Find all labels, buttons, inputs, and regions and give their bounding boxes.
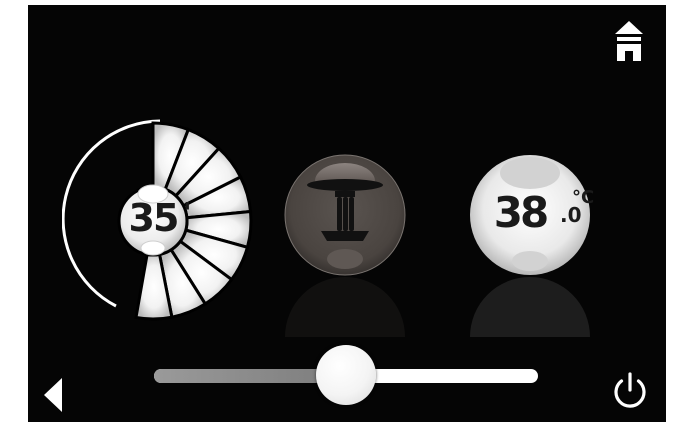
home-icon (615, 21, 643, 61)
shower-button[interactable] (283, 153, 407, 277)
timer-value: 35 (128, 196, 180, 240)
shower-reflection (285, 277, 405, 337)
power-icon (614, 372, 646, 408)
shower-control-screen: 35 ' 38 .0 °C (28, 5, 666, 422)
timer-unit: ' (183, 196, 192, 229)
flow-slider-knob[interactable] (316, 345, 376, 405)
back-arrow-icon (44, 378, 62, 412)
shower-head-icon (284, 154, 406, 276)
temperature-reflection (470, 277, 590, 337)
back-button[interactable] (42, 376, 64, 414)
temperature-value: 38 (493, 188, 549, 237)
power-button[interactable] (608, 369, 652, 413)
home-button[interactable] (614, 20, 644, 62)
temperature-unit: °C (572, 187, 595, 208)
